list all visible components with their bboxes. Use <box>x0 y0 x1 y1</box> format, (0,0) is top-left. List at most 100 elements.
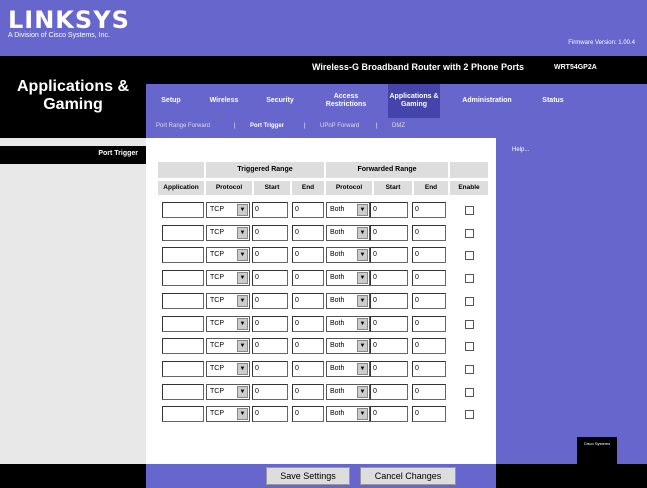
application-input[interactable] <box>162 270 204 287</box>
tab-security[interactable]: Security <box>260 84 300 118</box>
fwd-protocol-select[interactable]: Both ▼ <box>326 224 370 241</box>
trig-start-input[interactable]: 0 <box>252 202 288 218</box>
enable-checkbox[interactable] <box>465 342 474 352</box>
tab-status[interactable]: Status <box>536 84 570 118</box>
trig-end-input[interactable]: 0 <box>292 270 324 287</box>
fwd-end-input[interactable]: 0 <box>412 247 446 264</box>
trig-start-input[interactable]: 0 <box>252 315 288 332</box>
fwd-end-input[interactable]: 0 <box>412 224 446 241</box>
enable-checkbox[interactable] <box>465 274 474 284</box>
trig-start-input[interactable]: 0 <box>252 292 288 309</box>
fwd-start-input[interactable]: 0 <box>370 247 408 264</box>
application-input[interactable] <box>162 383 204 400</box>
tab-wireless[interactable]: Wireless <box>204 84 244 118</box>
fwd-start-input[interactable]: 0 <box>370 406 408 423</box>
chevron-down-icon: ▼ <box>237 204 248 216</box>
enable-checkbox[interactable] <box>465 206 474 215</box>
fwd-start-input[interactable]: 0 <box>370 338 408 355</box>
trig-end-input[interactable]: 0 <box>292 406 324 423</box>
trig-protocol-select[interactable]: TCP ▼ <box>206 338 250 355</box>
col-fwd-end: End <box>414 181 448 195</box>
trig-end-input[interactable]: 0 <box>292 338 324 355</box>
subtab-dmz[interactable]: DMZ <box>392 123 405 129</box>
enable-checkbox[interactable] <box>465 251 474 261</box>
tab-administration[interactable]: Administration <box>452 84 522 118</box>
fwd-start-input[interactable]: 0 <box>370 202 408 218</box>
fwd-protocol-select[interactable]: Both ▼ <box>326 383 370 400</box>
trig-end-input[interactable]: 0 <box>292 247 324 264</box>
fwd-end-input[interactable]: 0 <box>412 315 446 332</box>
fwd-end-input[interactable]: 0 <box>412 202 446 218</box>
fwd-start-input[interactable]: 0 <box>370 270 408 287</box>
fwd-end-input[interactable]: 0 <box>412 383 446 400</box>
trig-end-input[interactable]: 0 <box>292 224 324 241</box>
fwd-end-input[interactable]: 0 <box>412 360 446 377</box>
tab-setup[interactable]: Setup <box>154 84 188 118</box>
select-value: TCP <box>210 410 224 418</box>
trig-start-input[interactable]: 0 <box>252 338 288 355</box>
application-input[interactable] <box>162 338 204 355</box>
trig-end-input[interactable]: 0 <box>292 383 324 400</box>
fwd-end-input[interactable]: 0 <box>412 270 446 287</box>
select-value: TCP <box>210 342 224 350</box>
trig-start-input[interactable]: 0 <box>252 224 288 241</box>
trig-protocol-select[interactable]: TCP ▼ <box>206 270 250 287</box>
enable-checkbox[interactable] <box>465 364 474 374</box>
trig-start-input[interactable]: 0 <box>252 360 288 377</box>
application-input[interactable] <box>162 247 204 264</box>
fwd-start-input[interactable]: 0 <box>370 360 408 377</box>
fwd-start-input[interactable]: 0 <box>370 315 408 332</box>
fwd-protocol-select[interactable]: Both ▼ <box>326 202 370 218</box>
application-input[interactable] <box>162 315 204 332</box>
enable-checkbox[interactable] <box>465 296 474 306</box>
fwd-start-input[interactable]: 0 <box>370 224 408 241</box>
cancel-changes-button[interactable]: Cancel Changes <box>360 467 456 485</box>
trig-start-input[interactable]: 0 <box>252 270 288 287</box>
fwd-end-input[interactable]: 0 <box>412 292 446 309</box>
enable-checkbox[interactable] <box>465 410 474 420</box>
enable-checkbox[interactable] <box>465 387 474 397</box>
application-input[interactable] <box>162 292 204 309</box>
fwd-end-input[interactable]: 0 <box>412 406 446 423</box>
subtab-port-trigger[interactable]: Port Trigger <box>250 123 284 129</box>
enable-checkbox[interactable] <box>465 319 474 329</box>
trig-end-input[interactable]: 0 <box>292 202 324 218</box>
fwd-protocol-select[interactable]: Both ▼ <box>326 270 370 287</box>
trig-protocol-select[interactable]: TCP ▼ <box>206 202 250 218</box>
trig-protocol-select[interactable]: TCP ▼ <box>206 292 250 309</box>
trig-protocol-select[interactable]: TCP ▼ <box>206 383 250 400</box>
subtab-upnp-forward[interactable]: UPnP Forward <box>320 123 359 129</box>
fwd-protocol-select[interactable]: Both ▼ <box>326 360 370 377</box>
fwd-start-input[interactable]: 0 <box>370 383 408 400</box>
fwd-protocol-select[interactable]: Both ▼ <box>326 292 370 309</box>
tab-applications-gaming[interactable]: Applications & Gaming <box>388 84 440 118</box>
trig-start-input[interactable]: 0 <box>252 247 288 264</box>
enable-checkbox[interactable] <box>465 228 474 238</box>
fwd-protocol-select[interactable]: Both ▼ <box>326 406 370 423</box>
help-link[interactable]: Help... <box>512 147 529 153</box>
subtab-port-range-forward[interactable]: Port Range Forward <box>156 123 210 129</box>
application-input[interactable] <box>162 224 204 241</box>
fwd-protocol-select[interactable]: Both ▼ <box>326 247 370 264</box>
application-input[interactable] <box>162 406 204 423</box>
select-value: Both <box>330 206 345 213</box>
trig-protocol-select[interactable]: TCP ▼ <box>206 360 250 377</box>
fwd-protocol-select[interactable]: Both ▼ <box>326 315 370 332</box>
application-input[interactable] <box>162 360 204 377</box>
trig-protocol-select[interactable]: TCP ▼ <box>206 406 250 423</box>
trig-protocol-select[interactable]: TCP ▼ <box>206 247 250 264</box>
application-input[interactable] <box>162 202 204 218</box>
fwd-end-input[interactable]: 0 <box>412 338 446 355</box>
trig-end-input[interactable]: 0 <box>292 360 324 377</box>
trig-end-input[interactable]: 0 <box>292 292 324 309</box>
trig-protocol-select[interactable]: TCP ▼ <box>206 315 250 332</box>
trig-start-input[interactable]: 0 <box>252 406 288 423</box>
fwd-start-input[interactable]: 0 <box>370 292 408 309</box>
tab-access-restrictions[interactable]: Access Restrictions <box>316 84 376 118</box>
trig-start-input[interactable]: 0 <box>252 383 288 400</box>
fwd-protocol-select[interactable]: Both ▼ <box>326 338 370 355</box>
trig-end-input[interactable]: 0 <box>292 315 324 332</box>
save-settings-button[interactable]: Save Settings <box>266 467 350 485</box>
trig-protocol-select[interactable]: TCP ▼ <box>206 224 250 241</box>
select-value: TCP <box>210 387 224 395</box>
